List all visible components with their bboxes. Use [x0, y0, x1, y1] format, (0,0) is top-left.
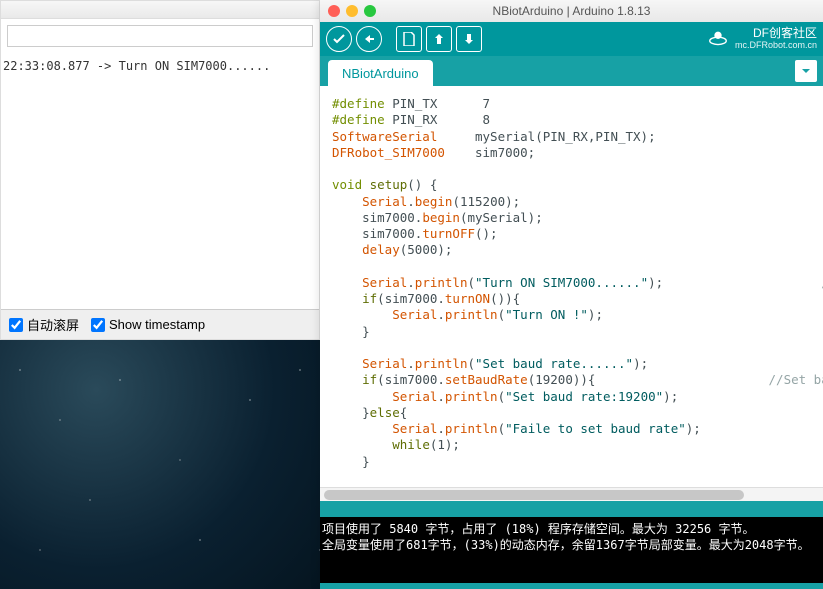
arduino-ide-window: NBiotArduino | Arduino 1.8.13 DF创客社区 mc.… — [320, 0, 823, 589]
tab-menu-button[interactable] — [795, 60, 817, 82]
brand-url: mc.DFRobot.com.cn — [735, 41, 817, 51]
toolbar: DF创客社区 mc.DFRobot.com.cn — [320, 22, 823, 56]
window-titlebar: NBiotArduino | Arduino 1.8.13 — [320, 0, 823, 22]
verify-button[interactable] — [326, 26, 352, 52]
console-line: 全局变量使用了681字节，(33%)的动态内存，余留1367字节局部变量。最大为… — [322, 537, 821, 553]
maximize-button[interactable] — [364, 5, 376, 17]
close-button[interactable] — [328, 5, 340, 17]
minimize-button[interactable] — [346, 5, 358, 17]
serial-send-input[interactable] — [7, 25, 313, 47]
timestamp-checkbox[interactable]: Show timestamp — [91, 317, 205, 332]
editor-horizontal-scrollbar[interactable] — [320, 487, 823, 501]
dfrobot-logo-icon — [707, 28, 729, 50]
serial-titlebar — [1, 1, 319, 19]
window-title: NBiotArduino | Arduino 1.8.13 — [320, 4, 823, 18]
serial-footer: 自动滚屏 Show timestamp — [1, 309, 319, 339]
timestamp-label: Show timestamp — [109, 317, 205, 332]
serial-output: 22:33:08.877 -> Turn ON SIM7000...... — [1, 53, 319, 293]
sketch-tab[interactable]: NBiotArduino — [328, 60, 433, 86]
autoscroll-checkbox[interactable]: 自动滚屏 — [9, 315, 79, 334]
footer-strip — [320, 583, 823, 589]
code-editor[interactable]: #define PIN_TX 7 #define PIN_RX 8 Softwa… — [320, 86, 823, 487]
desktop-wallpaper — [0, 340, 320, 589]
autoscroll-label: 自动滚屏 — [27, 315, 79, 334]
tab-bar: NBiotArduino — [320, 56, 823, 86]
upload-button[interactable] — [356, 26, 382, 52]
open-sketch-button[interactable] — [426, 26, 452, 52]
console-line: 项目使用了 5840 字节，占用了 (18%) 程序存储空间。最大为 32256… — [322, 521, 821, 537]
save-sketch-button[interactable] — [456, 26, 482, 52]
brand-name: DF创客社区 — [735, 27, 817, 40]
serial-monitor-window: 22:33:08.877 -> Turn ON SIM7000...... 自动… — [0, 0, 320, 340]
new-sketch-button[interactable] — [396, 26, 422, 52]
status-bar — [320, 501, 823, 517]
brand-logo-area: DF创客社区 mc.DFRobot.com.cn — [707, 27, 817, 50]
compiler-console: 项目使用了 5840 字节，占用了 (18%) 程序存储空间。最大为 32256… — [320, 517, 823, 583]
